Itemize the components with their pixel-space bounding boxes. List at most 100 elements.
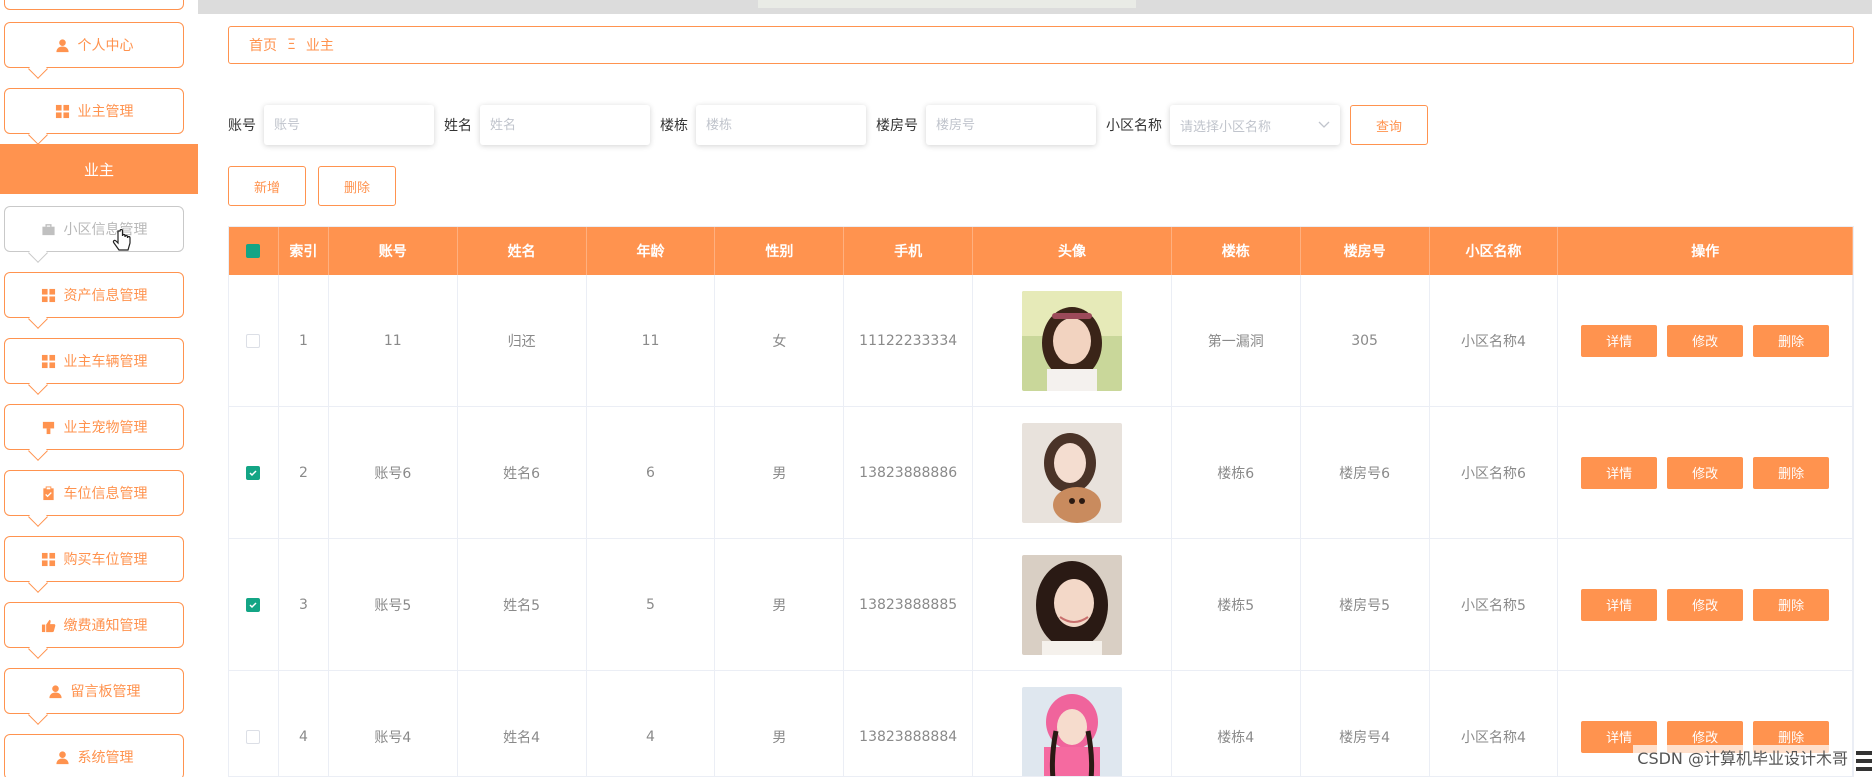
- col-index: 索引: [279, 227, 329, 275]
- user-icon: [55, 38, 69, 52]
- watermark-text: CSDN @计算机毕业设计木哥: [1633, 745, 1852, 769]
- sidebar-item-owner-management[interactable]: 业主管理: [4, 88, 184, 145]
- avatar: [1021, 686, 1122, 776]
- row-checkbox-checked[interactable]: [246, 597, 261, 612]
- edit-button[interactable]: 修改: [1667, 588, 1744, 621]
- delete-button[interactable]: 删除: [1753, 588, 1830, 621]
- sidebar-subitem-owner[interactable]: 业主: [0, 144, 198, 194]
- sidebar-item-parking-info[interactable]: 车位信息管理: [4, 470, 184, 527]
- sidebar-item-payment-notice[interactable]: 缴费通知管理: [4, 602, 184, 659]
- sidebar-item-community-info[interactable]: 小区信息管理: [4, 206, 184, 263]
- community-select-placeholder: 请选择小区名称: [1180, 119, 1272, 135]
- building-input[interactable]: [696, 105, 866, 145]
- cell-name: 姓名5: [458, 539, 587, 670]
- col-community: 小区名称: [1430, 227, 1559, 275]
- cell-phone: 11122233334: [844, 275, 974, 406]
- sidebar-top-fragment: [0, 0, 198, 10]
- cell-name: 归还: [458, 275, 587, 406]
- col-room: 楼房号: [1301, 227, 1430, 275]
- sidebar-item-personal-center[interactable]: 个人中心: [4, 22, 184, 79]
- user-icon: [48, 684, 62, 698]
- topbar-strip: [198, 0, 1872, 14]
- col-operations: 操作: [1558, 227, 1853, 275]
- action-bar: 新增 删除: [228, 166, 396, 206]
- sidebar-item-label: 个人中心: [77, 38, 134, 54]
- avatar: [1021, 422, 1122, 523]
- row-checkbox[interactable]: [246, 729, 261, 744]
- cell-phone: 13823888885: [844, 539, 974, 670]
- sidebar-item-message-board[interactable]: 留言板管理: [4, 668, 184, 725]
- cell-index: 2: [279, 407, 329, 538]
- col-name: 姓名: [458, 227, 587, 275]
- table-row: 2 账号6 姓名6 6 男 13823888886 楼栋6 楼房号6 小区名称6…: [229, 407, 1853, 539]
- scroll-handle-icon[interactable]: [1856, 747, 1872, 777]
- add-button[interactable]: 新增: [228, 166, 306, 206]
- delete-button[interactable]: 删除: [1753, 456, 1830, 489]
- select-all-cell[interactable]: [229, 227, 279, 275]
- delete-button[interactable]: 删除: [1753, 324, 1830, 357]
- detail-button[interactable]: 详情: [1581, 456, 1658, 489]
- building-label: 楼栋: [660, 118, 688, 134]
- sidebar-item-label: 留言板管理: [70, 684, 141, 700]
- cell-community: 小区名称4: [1430, 671, 1559, 776]
- col-age: 年龄: [587, 227, 716, 275]
- owner-table: 索引 账号 姓名 年龄 性别 手机 头像 楼栋 楼房号 小区名称 操作 1 11…: [228, 226, 1854, 777]
- community-label: 小区名称: [1106, 118, 1162, 134]
- chevron-down-icon: [1318, 121, 1330, 128]
- breadcrumb-separator-icon: Ξ: [287, 37, 296, 53]
- sidebar-item-label: 小区信息管理: [63, 222, 148, 238]
- cell-building: 第一漏洞: [1172, 275, 1301, 406]
- cell-community: 小区名称4: [1430, 275, 1559, 406]
- cell-gender: 女: [715, 275, 845, 406]
- batch-delete-button[interactable]: 删除: [318, 166, 396, 206]
- sidebar-item-owner-pets[interactable]: 业主宠物管理: [4, 404, 184, 461]
- col-gender: 性别: [715, 227, 845, 275]
- cell-name: 姓名6: [458, 407, 587, 538]
- cell-community: 小区名称5: [1430, 539, 1559, 670]
- cell-age: 4: [587, 671, 716, 776]
- account-label: 账号: [228, 118, 256, 134]
- search-form: 账号 姓名 楼栋 楼房号 小区名称 请选择小区名称 查询: [228, 104, 1428, 146]
- sidebar-item-label: 资产信息管理: [63, 288, 148, 304]
- account-input[interactable]: [264, 105, 434, 145]
- cell-room: 305: [1301, 275, 1430, 406]
- cell-age: 5: [587, 539, 716, 670]
- sidebar-item-buy-parking[interactable]: 购买车位管理: [4, 536, 184, 593]
- name-label: 姓名: [444, 118, 472, 134]
- cell-building: 楼栋5: [1172, 539, 1301, 670]
- cell-room: 楼房号5: [1301, 539, 1430, 670]
- table-row: 1 11 归还 11 女 11122233334 第一漏洞 305 小区名称4: [229, 275, 1853, 407]
- select-all-checkbox[interactable]: [246, 244, 261, 258]
- room-input[interactable]: [926, 105, 1096, 145]
- edit-button[interactable]: 修改: [1667, 456, 1744, 489]
- sidebar-item-label: 业主管理: [77, 104, 134, 120]
- cell-room: 楼房号6: [1301, 407, 1430, 538]
- row-checkbox-checked[interactable]: [246, 465, 261, 480]
- table-row: 4 账号4 姓名4 4 男 13823888884 楼栋4 楼房号4 小区名称4: [229, 671, 1853, 776]
- breadcrumb: 首页 Ξ 业主: [228, 26, 1854, 64]
- detail-button[interactable]: 详情: [1581, 324, 1658, 357]
- cell-building: 楼栋6: [1172, 407, 1301, 538]
- grid-icon: [41, 552, 55, 566]
- cell-age: 6: [587, 407, 716, 538]
- thumb-icon: [41, 619, 55, 632]
- sidebar-item-label: 业主车辆管理: [63, 354, 148, 370]
- edit-button[interactable]: 修改: [1667, 324, 1744, 357]
- breadcrumb-home[interactable]: 首页: [249, 35, 277, 55]
- grid-icon: [55, 104, 69, 118]
- sidebar-item-system-management[interactable]: 系统管理: [4, 734, 184, 777]
- detail-button[interactable]: 详情: [1581, 588, 1658, 621]
- hand-cursor-icon: [112, 229, 131, 251]
- sidebar-item-owner-vehicles[interactable]: 业主车辆管理: [4, 338, 184, 395]
- row-checkbox[interactable]: [246, 333, 261, 348]
- cell-account: 账号6: [329, 407, 458, 538]
- user-icon: [55, 750, 69, 764]
- clipboard-icon: [42, 485, 54, 500]
- col-phone: 手机: [844, 227, 974, 275]
- community-select[interactable]: 请选择小区名称: [1170, 105, 1340, 145]
- sidebar-item-label: 系统管理: [77, 750, 134, 766]
- query-button[interactable]: 查询: [1350, 105, 1428, 145]
- sidebar-item-label: 业主宠物管理: [63, 420, 148, 436]
- sidebar-item-asset-info[interactable]: 资产信息管理: [4, 272, 184, 329]
- name-input[interactable]: [480, 105, 650, 145]
